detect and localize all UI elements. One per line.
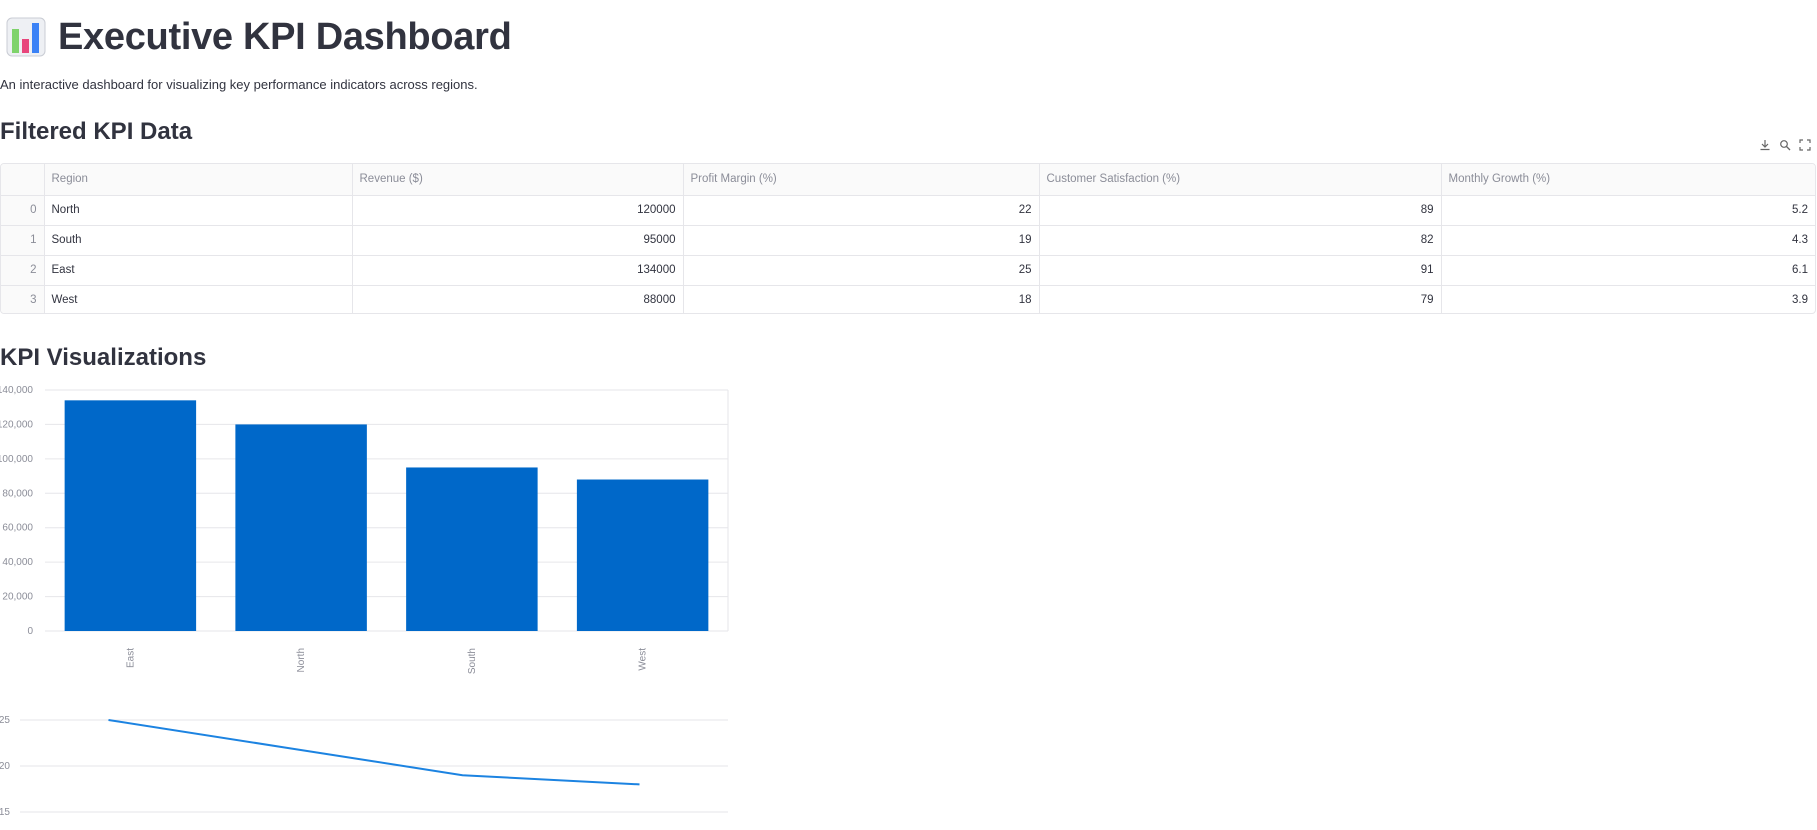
y-tick-label: 40,000 (2, 557, 33, 568)
x-tick-label: West (638, 648, 649, 671)
column-header-region[interactable]: Region (44, 164, 353, 196)
row-index: 2 (1, 255, 45, 286)
column-header-customer-satisfaction[interactable]: Customer Satisfaction (%) (1039, 164, 1442, 196)
cell-region[interactable]: South (44, 225, 353, 256)
cell-revenue[interactable]: 120000 (352, 195, 684, 226)
cell-region[interactable]: East (44, 255, 353, 286)
cell-customer-satisfaction[interactable]: 79 (1039, 285, 1442, 313)
bar (576, 479, 709, 631)
cell-revenue[interactable]: 95000 (352, 225, 684, 256)
table-row[interactable]: 1 South 95000 19 82 4.3 (1, 225, 1815, 256)
page-title: Executive KPI Dashboard (58, 15, 512, 58)
x-tick-label: South (467, 648, 478, 674)
cell-customer-satisfaction[interactable]: 82 (1039, 225, 1442, 256)
column-header-profit-margin[interactable]: Profit Margin (%) (683, 164, 1040, 196)
cell-revenue[interactable]: 134000 (352, 255, 684, 286)
x-tick-label: North (296, 648, 307, 672)
page-description: An interactive dashboard for visualizing… (0, 77, 478, 92)
row-index: 1 (1, 225, 45, 256)
cell-revenue[interactable]: 88000 (352, 285, 684, 313)
cell-monthly-growth[interactable]: 3.9 (1441, 285, 1815, 313)
cell-region[interactable]: North (44, 195, 353, 226)
cell-profit-margin[interactable]: 25 (683, 255, 1040, 286)
table-toolbar (1759, 139, 1811, 151)
profit-margin-line-chart[interactable]: 15 20 25 (0, 705, 730, 830)
cell-monthly-growth[interactable]: 5.2 (1441, 195, 1815, 226)
cell-monthly-growth[interactable]: 6.1 (1441, 255, 1815, 286)
table-header-row: Region Revenue ($) Profit Margin (%) Cus… (1, 164, 1815, 196)
cell-region[interactable]: West (44, 285, 353, 313)
bar (64, 400, 197, 631)
y-tick-label: 0 (27, 626, 33, 637)
bar-chart-icon (6, 17, 46, 57)
row-index: 3 (1, 285, 45, 313)
bar (406, 467, 538, 631)
cell-customer-satisfaction[interactable]: 91 (1039, 255, 1442, 286)
column-header-index[interactable] (1, 164, 45, 196)
kpi-data-table[interactable]: Region Revenue ($) Profit Margin (%) Cus… (0, 163, 1816, 314)
cell-profit-margin[interactable]: 18 (683, 285, 1040, 313)
table-row[interactable]: 0 North 120000 22 89 5.2 (1, 195, 1815, 226)
y-tick-label: 120,000 (0, 419, 33, 430)
y-tick-label: 60,000 (2, 523, 33, 534)
table-row[interactable]: 2 East 134000 25 91 6.1 (1, 255, 1815, 286)
cell-profit-margin[interactable]: 22 (683, 195, 1040, 226)
y-tick-label: 25 (0, 715, 10, 726)
y-tick-label: 80,000 (2, 488, 33, 499)
y-tick-label: 140,000 (0, 385, 33, 396)
column-header-revenue[interactable]: Revenue ($) (352, 164, 684, 196)
fullscreen-icon[interactable] (1799, 139, 1811, 151)
search-icon[interactable] (1779, 139, 1791, 151)
series-line (108, 719, 640, 786)
row-index: 0 (1, 195, 45, 226)
revenue-bar-chart[interactable]: 0 20,000 40,000 60,000 80,000 100,000 120,000 1… (0, 384, 730, 674)
table-row[interactable]: 3 West 88000 18 79 3.9 (1, 285, 1815, 313)
cell-customer-satisfaction[interactable]: 89 (1039, 195, 1442, 226)
y-tick-label: 15 (0, 807, 10, 818)
x-tick-label: East (125, 648, 136, 668)
download-icon[interactable] (1759, 139, 1771, 151)
cell-monthly-growth[interactable]: 4.3 (1441, 225, 1815, 256)
cell-profit-margin[interactable]: 19 (683, 225, 1040, 256)
y-tick-label: 20,000 (2, 592, 33, 603)
y-tick-label: 100,000 (0, 454, 33, 465)
column-header-monthly-growth[interactable]: Monthly Growth (%) (1441, 164, 1815, 196)
page-header: Executive KPI Dashboard (6, 12, 512, 62)
y-tick-label: 20 (0, 761, 10, 772)
section-title-visualizations: KPI Visualizations (0, 344, 207, 371)
section-title-data: Filtered KPI Data (0, 118, 193, 145)
bar (235, 424, 367, 631)
